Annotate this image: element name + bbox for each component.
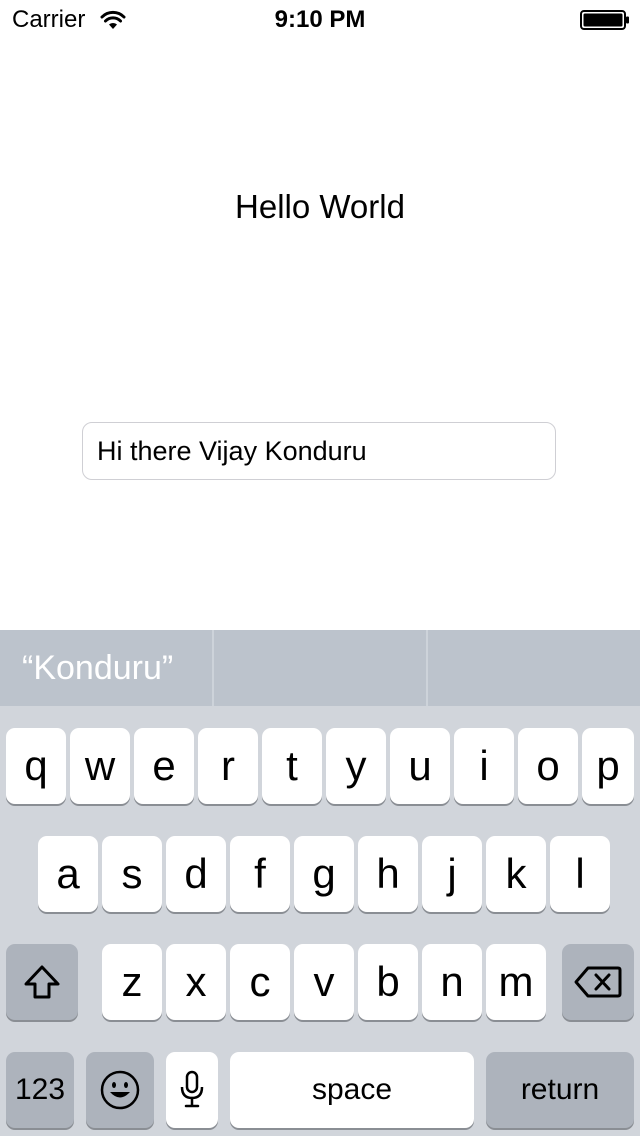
key-y[interactable]: y [326, 728, 386, 804]
dictation-key[interactable] [166, 1052, 218, 1128]
key-m[interactable]: m [486, 944, 546, 1020]
return-label: return [520, 1073, 600, 1106]
key-label: i [479, 742, 489, 789]
key-label: h [376, 850, 400, 897]
key-label: f [254, 850, 266, 897]
key-j[interactable]: j [422, 836, 482, 912]
key-label: u [408, 742, 432, 789]
text-input[interactable]: Hi there Vijay Konduru [82, 422, 556, 480]
key-b[interactable]: b [358, 944, 418, 1020]
numbers-key[interactable]: 123 [6, 1052, 74, 1128]
prediction-2[interactable] [214, 630, 426, 706]
key-f[interactable]: f [230, 836, 290, 912]
key-z[interactable]: z [102, 944, 162, 1020]
keyboard: “Konduru” q w e r t y u i o p a s d f g … [0, 630, 640, 1136]
key-label: g [312, 850, 336, 897]
key-g[interactable]: g [294, 836, 354, 912]
space-label: space [311, 1073, 393, 1106]
key-label: r [221, 742, 235, 789]
prediction-1[interactable]: “Konduru” [0, 630, 212, 706]
key-label: j [447, 850, 457, 897]
key-label: z [121, 958, 143, 1005]
status-time: 9:10 PM [274, 6, 366, 33]
key-w[interactable]: w [70, 728, 130, 804]
key-o[interactable]: o [518, 728, 578, 804]
key-k[interactable]: k [486, 836, 546, 912]
delete-key[interactable] [562, 944, 634, 1020]
key-c[interactable]: c [230, 944, 290, 1020]
key-a[interactable]: a [38, 836, 98, 912]
key-r[interactable]: r [198, 728, 258, 804]
key-x[interactable]: x [166, 944, 226, 1020]
key-label: p [596, 742, 620, 789]
key-label: y [345, 742, 367, 789]
key-q[interactable]: q [6, 728, 66, 804]
shift-key[interactable] [6, 944, 78, 1020]
key-label: b [376, 958, 400, 1005]
key-label: x [185, 958, 207, 1005]
key-label: a [56, 850, 80, 897]
key-label: t [286, 742, 298, 789]
key-label: s [121, 850, 143, 897]
key-label: k [505, 850, 527, 897]
return-key[interactable]: return [486, 1052, 634, 1128]
key-h[interactable]: h [358, 836, 418, 912]
key-label: l [575, 850, 585, 897]
key-n[interactable]: n [422, 944, 482, 1020]
microphone-icon [180, 1070, 204, 1108]
key-p[interactable]: p [582, 728, 634, 804]
key-label: o [536, 742, 560, 789]
backspace-icon [574, 966, 622, 998]
key-label: e [152, 742, 176, 789]
key-d[interactable]: d [166, 836, 226, 912]
key-label: w [84, 742, 116, 789]
key-label: m [498, 958, 534, 1005]
hello-label: Hello World [235, 188, 405, 225]
key-label: n [440, 958, 464, 1005]
key-i[interactable]: i [454, 728, 514, 804]
key-label: c [249, 958, 271, 1005]
status-bar: Carrier 9:10 PM [0, 0, 640, 40]
key-v[interactable]: v [294, 944, 354, 1020]
key-label: d [184, 850, 208, 897]
key-u[interactable]: u [390, 728, 450, 804]
prediction-3[interactable] [428, 630, 640, 706]
battery-icon [580, 10, 629, 30]
shift-icon [24, 965, 60, 999]
emoji-icon [100, 1070, 140, 1110]
key-e[interactable]: e [134, 728, 194, 804]
key-t[interactable]: t [262, 728, 322, 804]
key-l[interactable]: l [550, 836, 610, 912]
key-s[interactable]: s [102, 836, 162, 912]
key-label: q [24, 742, 48, 789]
key-label: v [313, 958, 335, 1005]
emoji-key[interactable] [86, 1052, 154, 1128]
space-key[interactable]: space [230, 1052, 474, 1128]
numbers-label: 123 [14, 1073, 66, 1106]
predictive-bar: “Konduru” [0, 630, 640, 706]
